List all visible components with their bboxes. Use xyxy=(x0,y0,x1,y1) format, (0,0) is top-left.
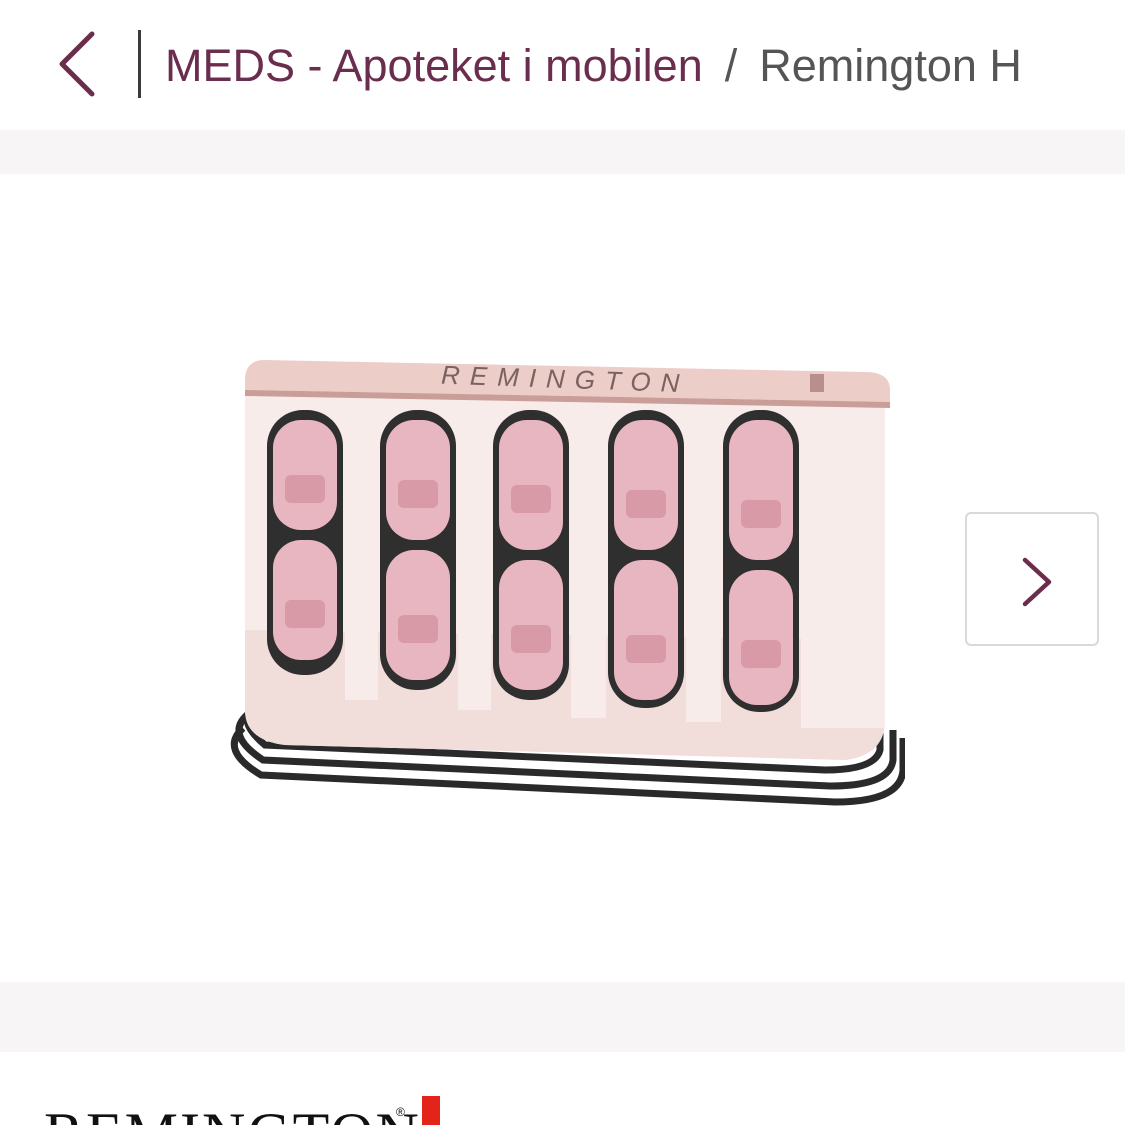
header-divider xyxy=(138,30,141,98)
brand-section: REMINGTON ® xyxy=(0,1052,1125,1125)
gallery-bottom-band xyxy=(0,982,1125,1052)
roller-slots xyxy=(267,400,885,728)
back-button[interactable] xyxy=(48,22,112,106)
brand-logo[interactable]: REMINGTON ® xyxy=(44,1096,464,1125)
brand-red-mark xyxy=(422,1096,440,1125)
breadcrumb-current: Remington H xyxy=(759,40,1022,91)
gallery-top-band xyxy=(0,130,1125,174)
brand-logo-mark: ® xyxy=(396,1105,405,1119)
product-image-gallery: REMINGTON xyxy=(0,130,1125,982)
chevron-left-icon xyxy=(59,31,95,97)
product-image: REMINGTON xyxy=(230,360,905,806)
breadcrumb-separator: / xyxy=(724,40,738,91)
chevron-right-icon xyxy=(1022,557,1052,607)
breadcrumb-link-meds[interactable]: MEDS - Apoteket i mobilen xyxy=(165,40,703,91)
brand-logo-text: REMINGTON xyxy=(44,1101,421,1125)
top-bar: MEDS - Apoteket i mobilen / Remington H xyxy=(0,0,1125,130)
next-image-button[interactable] xyxy=(965,512,1099,646)
breadcrumb: MEDS - Apoteket i mobilen / Remington H xyxy=(165,34,1080,98)
product-page: MEDS - Apoteket i mobilen / Remington H xyxy=(0,0,1125,1125)
